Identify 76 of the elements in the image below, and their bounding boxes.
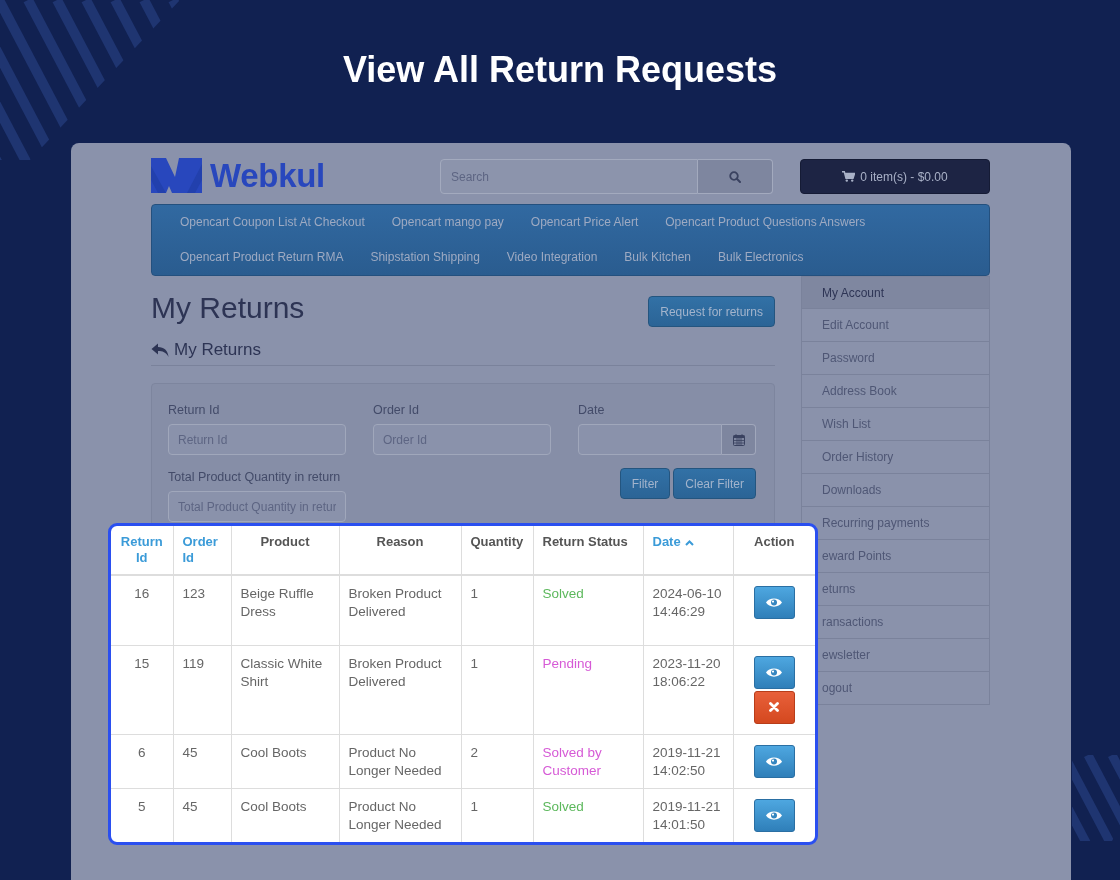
table-cell: 5	[111, 788, 173, 842]
table-cell: 1	[461, 645, 533, 734]
table-cell: 1	[461, 788, 533, 842]
table-cell: 2019-11-21 14:01:50	[643, 788, 733, 842]
table-cell: Cool Boots	[231, 734, 339, 788]
sort-link[interactable]: Date	[652, 534, 730, 550]
eye-icon	[766, 809, 783, 821]
table-cell: Cool Boots	[231, 788, 339, 842]
field-label: Order Id	[373, 402, 419, 419]
nav-link[interactable]: Opencart Price Alert	[530, 205, 639, 240]
field-label: Return Id	[168, 402, 220, 419]
table-cell: 45	[173, 734, 231, 788]
nav-link[interactable]: Bulk Kitchen	[624, 240, 692, 275]
date-field[interactable]	[578, 424, 722, 455]
eye-icon	[766, 666, 783, 678]
status-text: Solved by Customer	[533, 734, 643, 788]
field-label: Date	[578, 402, 605, 419]
table-cell: Broken Product Delivered	[339, 645, 461, 734]
table-cell: 2024-06-10 14:46:29	[643, 575, 733, 645]
sort-link[interactable]: Order Id	[182, 534, 228, 566]
status-text: Pending	[533, 645, 643, 734]
logo-text: Webkul	[210, 158, 325, 193]
table-cell: 2	[461, 734, 533, 788]
table-cell: Broken Product Delivered	[339, 575, 461, 645]
view-button[interactable]	[753, 655, 795, 689]
column-header: Reason	[339, 526, 461, 575]
nav-link[interactable]: Video Integration	[506, 240, 598, 275]
table-cell: 6	[111, 734, 173, 788]
section-heading: My Returns	[174, 339, 261, 361]
nav-link[interactable]: Opencart mango pay	[391, 205, 504, 240]
status-text: Solved	[533, 788, 643, 842]
page-heading: My Returns	[151, 290, 305, 326]
nav-link[interactable]: Opencart Coupon List At Checkout	[180, 205, 365, 240]
cart-button[interactable]: 0 item(s) - $0.00	[800, 159, 990, 194]
sort-link[interactable]: Return Id	[114, 534, 170, 566]
view-button[interactable]	[753, 744, 795, 778]
view-button[interactable]	[753, 586, 795, 619]
table-cell: Beige Ruffle Dress	[231, 575, 339, 645]
search-icon	[729, 170, 741, 183]
column-header: Return Status	[533, 526, 643, 575]
view-button[interactable]	[753, 798, 795, 832]
field-label: Total Product Quantity in return	[168, 469, 341, 486]
logo-icon	[151, 158, 202, 193]
cross-icon	[769, 702, 780, 712]
filter-button[interactable]: Filter	[619, 468, 671, 499]
eye-icon	[766, 755, 783, 767]
sidebar-item[interactable]: My Account	[802, 277, 989, 308]
table-cell: Classic White Shirt	[231, 645, 339, 734]
column-header: Action	[733, 526, 815, 575]
column-header: Quantity	[461, 526, 533, 575]
nav-link[interactable]: Bulk Electronics	[718, 240, 804, 275]
cart-icon	[842, 171, 856, 182]
calendar-icon	[732, 433, 745, 446]
status-text: Solved	[533, 575, 643, 645]
request-button[interactable]: Request for returns	[648, 296, 775, 327]
delete-button[interactable]	[753, 690, 795, 724]
table-cell: 45	[173, 788, 231, 842]
table-cell: 15	[111, 645, 173, 734]
search-button[interactable]	[698, 159, 773, 194]
nav-link[interactable]: Shipstation Shipping	[370, 240, 480, 275]
table-cell: 1	[461, 575, 533, 645]
table-cell: 119	[173, 645, 231, 734]
clear-filter-button[interactable]: Clear Filter	[673, 468, 756, 499]
nav-link[interactable]: Opencart Product Return RMA	[180, 240, 344, 275]
table-cell: Product No Longer Needed	[339, 788, 461, 842]
table-cell: 2019-11-21 14:02:50	[643, 734, 733, 788]
nav-link[interactable]: Opencart Product Questions Answers	[665, 205, 866, 240]
table-cell: Product No Longer Needed	[339, 734, 461, 788]
table-cell: 16	[111, 575, 173, 645]
table-cell: 123	[173, 575, 231, 645]
eye-icon	[766, 597, 783, 608]
reply-arrow-icon	[151, 342, 169, 358]
page-title: View All Return Requests	[342, 48, 778, 92]
calendar-button[interactable]	[722, 424, 756, 455]
table-cell: 2023-11-20 18:06:22	[643, 645, 733, 734]
column-header: Product	[231, 526, 339, 575]
